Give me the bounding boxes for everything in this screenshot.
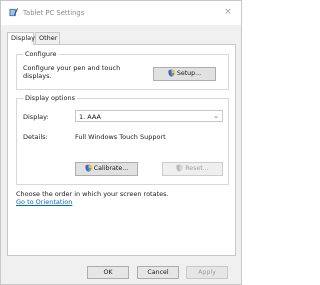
orientation-link[interactable]: Go to Orientation [16,198,72,206]
reset-button-label: Reset... [185,165,209,172]
close-icon[interactable]: × [223,7,233,17]
calibrate-button[interactable]: Calibrate... [75,162,138,176]
tab-other[interactable]: Other [35,32,60,44]
ok-button[interactable]: OK [87,266,129,279]
title-bar: Tablet PC Settings × [1,1,241,25]
configure-group: Configure Configure your pen and touch d… [16,50,229,90]
setup-button[interactable]: Setup... [153,67,216,81]
display-select-value: 1. AAA [79,113,101,121]
display-tab-panel: Configure Configure your pen and touch d… [7,44,236,256]
uac-shield-icon [168,69,175,77]
uac-shield-icon [85,164,92,172]
uac-shield-icon [176,164,183,172]
chevron-down-icon: ⌄ [213,112,219,120]
cancel-button[interactable]: Cancel [137,266,179,279]
configure-description: Configure your pen and touch displays. [23,64,121,80]
display-label: Display: [23,113,49,121]
display-options-group-label: Display options [23,94,77,102]
details-value: Full Windows Touch Support [75,133,166,141]
apply-button[interactable]: Apply [186,266,228,279]
setup-button-label: Setup... [176,70,202,77]
window-title: Tablet PC Settings [23,9,85,17]
details-label: Details: [23,133,48,141]
tablet-pen-icon [9,8,18,17]
tab-display[interactable]: Display [7,32,35,45]
settings-window: Tablet PC Settings × Display Other Confi… [0,0,242,285]
reset-button[interactable]: Reset... [162,162,223,176]
display-options-group: Display options Display: 1. AAA ⌄ Detail… [16,94,229,185]
display-select[interactable]: 1. AAA ⌄ [75,110,223,122]
configure-group-label: Configure [23,50,59,58]
orientation-description: Choose the order in which your screen ro… [16,190,169,198]
calibrate-button-label: Calibrate... [93,165,129,172]
